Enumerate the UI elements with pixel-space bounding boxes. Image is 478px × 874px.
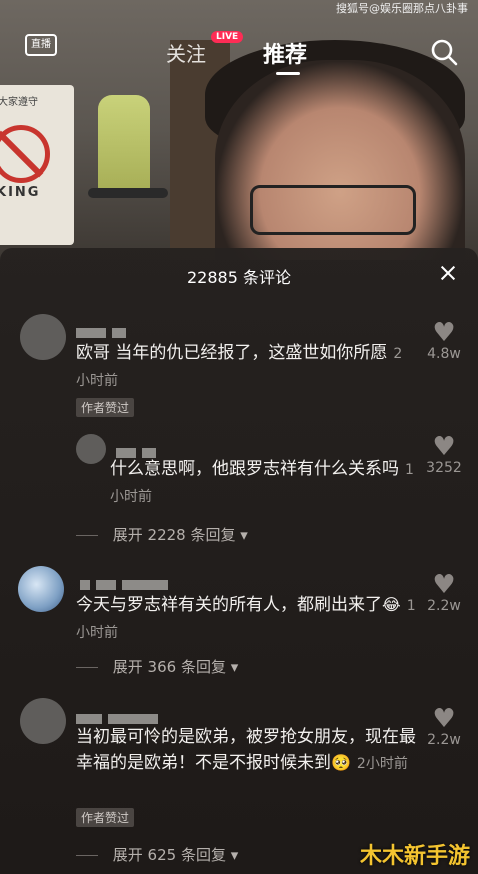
- comment-text: 什么意思啊，他跟罗志祥有什么关系吗 1小时前: [110, 456, 420, 510]
- like-count: 3252: [426, 460, 462, 476]
- top-navigation: 搜狐号@娱乐圈那点八卦事 直播 关注 LIVE 推荐: [0, 0, 478, 90]
- like-button[interactable]: ♥ 4.8w: [424, 320, 464, 362]
- no-smoking-icon: [0, 125, 50, 183]
- pleading-emoji-icon: 🥺: [331, 753, 351, 772]
- reply-item[interactable]: 什么意思啊，他跟罗志祥有什么关系吗 1小时前 ♥ 3252 展开 2228 条回复…: [0, 430, 478, 550]
- live-badge: LIVE: [211, 31, 244, 43]
- scooter-base: [88, 188, 168, 198]
- site-watermark: 木木新手游: [359, 844, 470, 869]
- tv-icon: 直播: [25, 34, 57, 56]
- no-smoking-sign: 大家遵守 KING: [0, 85, 74, 245]
- dropdown-caret-icon: ▾: [230, 846, 239, 864]
- like-button[interactable]: ♥ 2.2w: [424, 706, 464, 748]
- username-blurred[interactable]: [76, 322, 132, 338]
- author-liked-tag: 作者赞过: [76, 808, 135, 827]
- avatar[interactable]: [76, 434, 106, 464]
- dropdown-caret-icon: ▾: [230, 658, 239, 676]
- like-button[interactable]: ♥ 3252: [424, 434, 464, 476]
- search-icon[interactable]: [430, 38, 458, 66]
- tab-follow[interactable]: 关注: [166, 38, 206, 67]
- heart-icon: ♥: [432, 432, 456, 462]
- comment-body: 欧哥 当年的仇已经报了，这盛世如你所愿: [76, 343, 388, 363]
- comment-body: 今天与罗志祥有关的所有人，都刷出来了: [76, 595, 382, 615]
- expand-replies-button[interactable]: 展开 366 条回复 ▾: [76, 656, 238, 677]
- heart-icon: ♥: [432, 570, 456, 600]
- comment-text: 当初最可怜的是欧弟，被罗抢女朋友，现在最幸福的是欧弟！不是不报时候未到🥺 2小时前: [76, 724, 416, 777]
- heart-icon: ♥: [432, 318, 456, 348]
- person-glasses: [250, 185, 416, 235]
- username-blurred[interactable]: [76, 708, 164, 724]
- like-button[interactable]: ♥ 2.2w: [424, 572, 464, 614]
- comments-panel: 22885 条评论 欧哥 当年的仇已经报了，这盛世如你所愿 2小时前 作者赞过 ♥…: [0, 248, 478, 874]
- like-count: 2.2w: [427, 598, 461, 614]
- comments-header: 22885 条评论: [0, 248, 478, 300]
- expand-replies-button[interactable]: 展开 625 条回复 ▾: [76, 844, 238, 865]
- tab-recommend[interactable]: 推荐: [263, 37, 307, 69]
- laughing-emoji-icon: 😂: [382, 595, 401, 614]
- expand-replies-label: 展开 2228 条回复: [112, 526, 236, 544]
- author-liked-tag: 作者赞过: [76, 398, 135, 417]
- avatar[interactable]: [20, 698, 66, 744]
- comment-item[interactable]: 欧哥 当年的仇已经报了，这盛世如你所愿 2小时前 作者赞过 ♥ 4.8w: [0, 312, 478, 422]
- comment-text: 欧哥 当年的仇已经报了，这盛世如你所愿 2小时前: [76, 340, 416, 394]
- username-blurred[interactable]: [80, 574, 174, 590]
- expand-replies-button[interactable]: 展开 2228 条回复 ▾: [76, 524, 248, 545]
- comment-item[interactable]: 今天与罗志祥有关的所有人，都刷出来了😂 1小时前 ♥ 2.2w 展开 366 条回…: [0, 564, 478, 682]
- heart-icon: ♥: [432, 704, 456, 734]
- like-count: 2.2w: [427, 732, 461, 748]
- source-watermark: 搜狐号@娱乐圈那点八卦事: [336, 2, 468, 15]
- like-count: 4.8w: [427, 346, 461, 362]
- close-icon[interactable]: [436, 262, 460, 286]
- avatar[interactable]: [20, 314, 66, 360]
- sign-top-text: 大家遵守: [0, 97, 38, 108]
- comment-text: 今天与罗志祥有关的所有人，都刷出来了😂 1小时前: [76, 592, 421, 646]
- comments-count-title: 22885 条评论: [187, 268, 291, 287]
- username-blurred[interactable]: [116, 442, 162, 458]
- live-tab-label: 直播: [31, 39, 51, 50]
- live-tab[interactable]: 直播: [24, 34, 58, 64]
- scooter: [98, 95, 150, 195]
- comment-body: 什么意思啊，他跟罗志祥有什么关系吗: [110, 459, 399, 479]
- sign-bottom-text: KING: [0, 185, 41, 200]
- active-tab-indicator: [276, 72, 300, 75]
- comment-time: 2小时前: [356, 756, 408, 772]
- dropdown-caret-icon: ▾: [240, 526, 248, 544]
- avatar[interactable]: [18, 566, 64, 612]
- expand-replies-label: 展开 366 条回复: [112, 658, 226, 676]
- expand-replies-label: 展开 625 条回复: [112, 846, 226, 864]
